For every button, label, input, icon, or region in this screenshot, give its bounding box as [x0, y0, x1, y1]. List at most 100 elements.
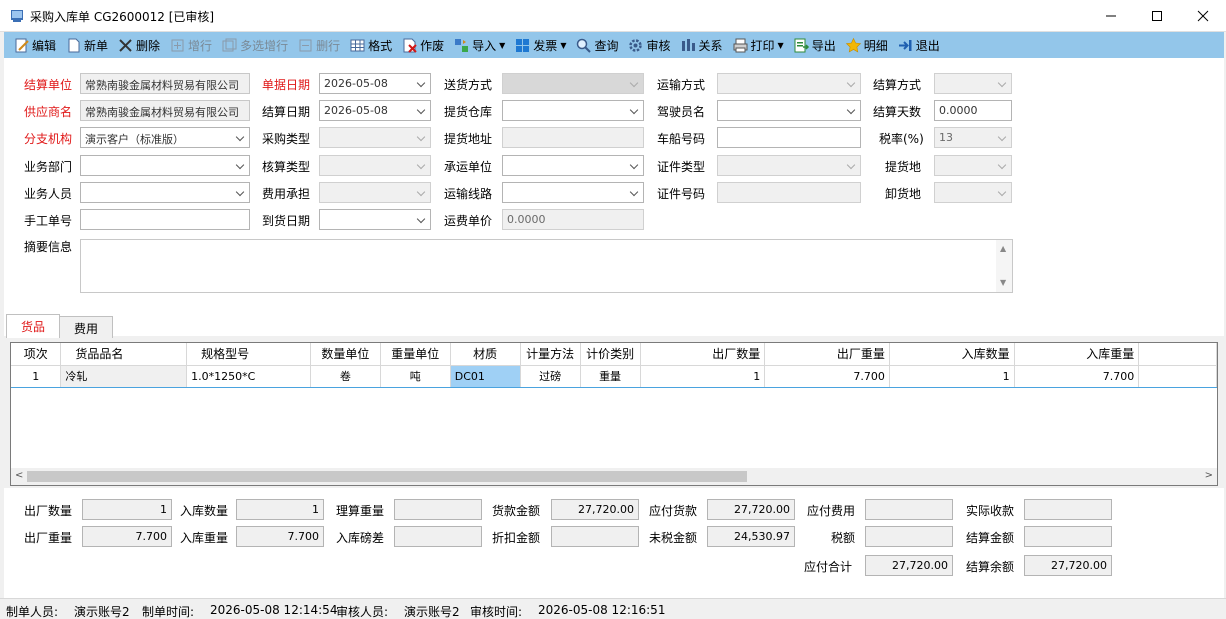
toolbar-button-delete[interactable]: 删除 — [114, 34, 163, 56]
toolbar-button-printer[interactable]: 打印 ▼ — [729, 34, 787, 56]
table-cell[interactable]: 7.700 — [1014, 364, 1140, 388]
column-header[interactable]: 计量方法 — [520, 343, 581, 366]
toolbar-button-relation[interactable]: 关系 — [677, 34, 726, 56]
account-type-select[interactable] — [319, 155, 431, 176]
toolbar-button-label: 明细 — [863, 38, 888, 53]
pickup-address-field[interactable] — [502, 127, 644, 148]
carrier-select[interactable] — [502, 155, 644, 176]
column-header[interactable]: 规格型号 — [186, 343, 311, 366]
caret-down-icon[interactable]: ▼ — [778, 41, 784, 50]
close-button[interactable] — [1180, 0, 1226, 32]
vehicle-no-field[interactable] — [717, 127, 861, 148]
table-cell[interactable]: 重量 — [580, 364, 641, 388]
toolbar-button-exit[interactable]: 退出 — [894, 34, 943, 56]
settle-date-picker[interactable]: 2026-05-08 — [319, 100, 431, 121]
table-cell[interactable]: 7.700 — [764, 364, 890, 388]
delivery-method-label: 送货方式 — [444, 78, 493, 92]
column-header[interactable]: 出厂重量 — [764, 343, 890, 366]
cert-type-label: 证件类型 — [657, 160, 706, 174]
discount-amount-label: 折扣金额 — [492, 531, 541, 545]
arrival-date-picker[interactable] — [319, 209, 431, 230]
pickup-warehouse-select[interactable] — [502, 100, 644, 121]
column-header[interactable]: 入库重量 — [1014, 343, 1140, 366]
pickup-warehouse-label: 提货仓库 — [444, 105, 493, 119]
tax-rate-select[interactable]: 13 — [934, 127, 1012, 148]
cert-type-select[interactable] — [717, 155, 861, 176]
table-cell[interactable]: 1 — [640, 364, 766, 388]
table-cell[interactable]: 卷 — [310, 364, 381, 388]
import-icon — [455, 38, 469, 52]
app-icon — [11, 10, 23, 22]
column-header[interactable]: 入库数量 — [889, 343, 1015, 366]
pickup-address-label: 提货地址 — [444, 132, 493, 146]
dept-select[interactable] — [80, 155, 250, 176]
status-bar: 制单人员: 演示账号2 制单时间: 2026-05-08 12:14:54 审核… — [0, 598, 1226, 619]
toolbar-button-edit[interactable]: 编辑 — [10, 34, 59, 56]
route-select[interactable] — [502, 182, 644, 203]
column-header[interactable]: 数量单位 — [310, 343, 381, 366]
caret-down-icon[interactable]: ▼ — [560, 41, 566, 50]
column-header[interactable]: 材质 — [450, 343, 521, 366]
delete-row-icon — [299, 39, 312, 51]
caret-down-icon[interactable]: ▼ — [499, 41, 505, 50]
exit-icon — [898, 39, 912, 51]
grid-horizontal-scrollbar[interactable]: < > — [11, 468, 1217, 485]
toolbar-button-invoice[interactable]: 发票 ▼ — [511, 34, 569, 56]
memo-textarea[interactable]: ▲ ▼ — [80, 239, 1013, 293]
weigh-diff-label: 入库磅差 — [336, 531, 385, 545]
discount-amount-field — [551, 526, 639, 547]
summary-panel: 出厂数量 1 出厂重量 7.700 入库数量 1 入库重量 7.700 理算重量… — [4, 488, 1224, 598]
purchase-type-label: 采购类型 — [262, 132, 311, 146]
toolbar-button-search[interactable]: 查询 — [572, 34, 621, 56]
unload-place-select[interactable] — [934, 182, 1012, 203]
column-header[interactable]: 重量单位 — [380, 343, 451, 366]
maximize-button[interactable] — [1134, 0, 1180, 32]
table-cell[interactable]: 1 — [889, 364, 1015, 388]
transport-method-select[interactable] — [717, 73, 861, 94]
manual-no-field[interactable] — [80, 209, 250, 230]
tab-fees[interactable]: 费用 — [59, 316, 114, 338]
purchase-type-select[interactable] — [319, 127, 431, 148]
staff-select[interactable] — [80, 182, 250, 203]
toolbar-button-gear[interactable]: 审核 — [624, 34, 673, 56]
settle-days-label: 结算天数 — [873, 105, 922, 119]
table-cell[interactable]: 1 — [11, 364, 62, 388]
memo-scrollbar[interactable]: ▲ ▼ — [996, 240, 1012, 292]
delivery-method-select[interactable] — [502, 73, 644, 94]
branch-select[interactable]: 演示客户（标准版） — [80, 127, 250, 148]
table-cell[interactable]: DC01 — [450, 364, 521, 388]
table-cell[interactable]: 冷轧 — [60, 364, 188, 388]
driver-select[interactable] — [717, 100, 861, 121]
creator-value: 演示账号2 — [74, 605, 130, 619]
pickup-place-select[interactable] — [934, 155, 1012, 176]
toolbar-button-new-document[interactable]: 新单 — [62, 34, 111, 56]
tab-goods[interactable]: 货品 — [6, 314, 61, 338]
column-header[interactable]: 项次 — [11, 343, 62, 366]
doc-date-picker[interactable]: 2026-05-08 — [319, 73, 431, 94]
weigh-diff-field — [394, 526, 482, 547]
table-cell[interactable]: 吨 — [380, 364, 451, 388]
table-row[interactable]: 1 冷轧 1.0*1250*C 卷吨 DC01 过磅 重量 1 7.700 1 7.700 — [11, 364, 1217, 388]
column-header[interactable]: 货品品名 — [60, 343, 188, 366]
supplier-field[interactable]: 常熟南骏金属材料贸易有限公司 — [80, 100, 250, 121]
settle-unit-field[interactable]: 常熟南骏金属材料贸易有限公司 — [80, 73, 250, 94]
toolbar-button-label: 增行 — [188, 38, 213, 53]
fee-bearer-select[interactable] — [319, 182, 431, 203]
table-cell[interactable]: 1.0*1250*C — [186, 364, 311, 388]
table-cell[interactable]: 过磅 — [520, 364, 581, 388]
freight-price-field[interactable]: 0.0000 — [502, 209, 644, 230]
column-header[interactable]: 出厂数量 — [640, 343, 766, 366]
scrollbar-thumb[interactable] — [27, 471, 747, 482]
toolbar-button-label: 打印 — [750, 38, 775, 53]
toolbar-button-star[interactable]: 明细 — [842, 34, 891, 56]
column-header[interactable]: 计价类别 — [580, 343, 641, 366]
toolbar: 编辑 新单 删除 增行 多选增行 删行 格式 作废 导入 ▼ 发票 ▼ 查询 审核 关系 打印 ▼ 导出 明细 退出 — [4, 32, 1224, 58]
toolbar-button-void[interactable]: 作废 — [398, 34, 447, 56]
minimize-button[interactable] — [1088, 0, 1134, 32]
cert-no-field[interactable] — [717, 182, 861, 203]
toolbar-button-grid-format[interactable]: 格式 — [346, 34, 395, 56]
toolbar-button-import[interactable]: 导入 ▼ — [450, 34, 508, 56]
settle-days-field[interactable]: 0.0000 — [934, 100, 1012, 121]
toolbar-button-export[interactable]: 导出 — [790, 34, 839, 56]
settle-method-select[interactable] — [934, 73, 1012, 94]
